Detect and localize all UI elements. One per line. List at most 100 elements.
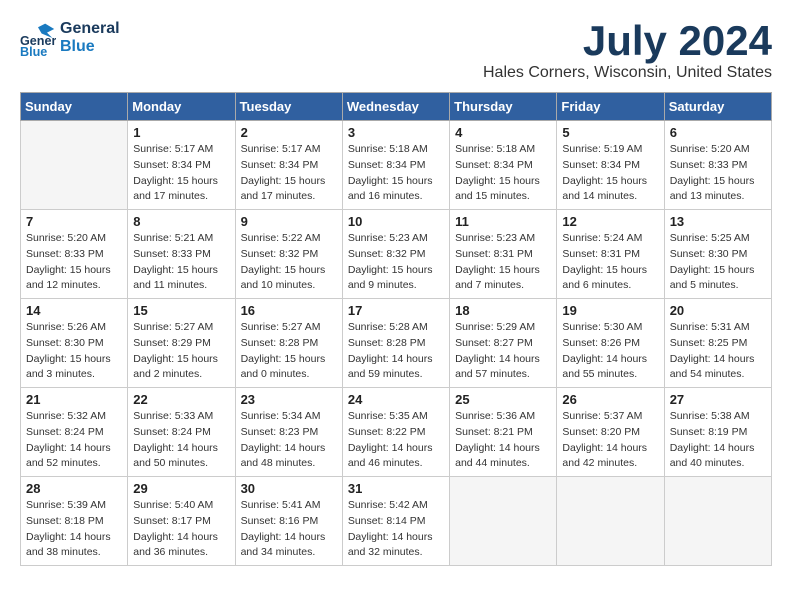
day-number: 20 — [670, 303, 766, 318]
daylight-label: Daylight: 15 hours and 17 minutes. — [241, 175, 326, 203]
sunset-label: Sunset: 8:34 PM — [348, 159, 426, 171]
calendar-cell: 17 Sunrise: 5:28 AM Sunset: 8:28 PM Dayl… — [342, 299, 449, 388]
day-number: 28 — [26, 481, 122, 496]
calendar-cell: 9 Sunrise: 5:22 AM Sunset: 8:32 PM Dayli… — [235, 210, 342, 299]
calendar-cell: 21 Sunrise: 5:32 AM Sunset: 8:24 PM Dayl… — [21, 388, 128, 477]
weekday-header-monday: Monday — [128, 93, 235, 121]
sunset-label: Sunset: 8:18 PM — [26, 515, 104, 527]
day-info: Sunrise: 5:31 AM Sunset: 8:25 PM Dayligh… — [670, 320, 766, 383]
sunrise-label: Sunrise: 5:22 AM — [241, 232, 321, 244]
sunset-label: Sunset: 8:33 PM — [133, 248, 211, 260]
day-number: 30 — [241, 481, 337, 496]
calendar-cell — [557, 477, 664, 566]
calendar-week-3: 14 Sunrise: 5:26 AM Sunset: 8:30 PM Dayl… — [21, 299, 772, 388]
sunrise-label: Sunrise: 5:34 AM — [241, 410, 321, 422]
sunset-label: Sunset: 8:34 PM — [241, 159, 319, 171]
calendar-cell: 8 Sunrise: 5:21 AM Sunset: 8:33 PM Dayli… — [128, 210, 235, 299]
day-number: 15 — [133, 303, 229, 318]
sunrise-label: Sunrise: 5:29 AM — [455, 321, 535, 333]
sunset-label: Sunset: 8:23 PM — [241, 426, 319, 438]
calendar-cell: 15 Sunrise: 5:27 AM Sunset: 8:29 PM Dayl… — [128, 299, 235, 388]
sunset-label: Sunset: 8:22 PM — [348, 426, 426, 438]
sunrise-label: Sunrise: 5:27 AM — [133, 321, 213, 333]
day-number: 16 — [241, 303, 337, 318]
sunrise-label: Sunrise: 5:24 AM — [562, 232, 642, 244]
calendar-cell: 20 Sunrise: 5:31 AM Sunset: 8:25 PM Dayl… — [664, 299, 771, 388]
day-info: Sunrise: 5:30 AM Sunset: 8:26 PM Dayligh… — [562, 320, 658, 383]
daylight-label: Daylight: 15 hours and 10 minutes. — [241, 264, 326, 292]
day-info: Sunrise: 5:24 AM Sunset: 8:31 PM Dayligh… — [562, 231, 658, 294]
daylight-label: Daylight: 14 hours and 50 minutes. — [133, 442, 218, 470]
day-number: 9 — [241, 214, 337, 229]
calendar-cell: 31 Sunrise: 5:42 AM Sunset: 8:14 PM Dayl… — [342, 477, 449, 566]
calendar-cell — [450, 477, 557, 566]
sunrise-label: Sunrise: 5:33 AM — [133, 410, 213, 422]
daylight-label: Daylight: 15 hours and 11 minutes. — [133, 264, 218, 292]
day-number: 2 — [241, 125, 337, 140]
daylight-label: Daylight: 14 hours and 44 minutes. — [455, 442, 540, 470]
day-number: 11 — [455, 214, 551, 229]
calendar-cell: 30 Sunrise: 5:41 AM Sunset: 8:16 PM Dayl… — [235, 477, 342, 566]
sunset-label: Sunset: 8:17 PM — [133, 515, 211, 527]
day-number: 7 — [26, 214, 122, 229]
calendar-cell: 22 Sunrise: 5:33 AM Sunset: 8:24 PM Dayl… — [128, 388, 235, 477]
daylight-label: Daylight: 14 hours and 55 minutes. — [562, 353, 647, 381]
sunset-label: Sunset: 8:14 PM — [348, 515, 426, 527]
calendar-cell: 12 Sunrise: 5:24 AM Sunset: 8:31 PM Dayl… — [557, 210, 664, 299]
calendar-cell: 16 Sunrise: 5:27 AM Sunset: 8:28 PM Dayl… — [235, 299, 342, 388]
sunset-label: Sunset: 8:34 PM — [562, 159, 640, 171]
calendar-week-2: 7 Sunrise: 5:20 AM Sunset: 8:33 PM Dayli… — [21, 210, 772, 299]
sunrise-label: Sunrise: 5:40 AM — [133, 499, 213, 511]
sunrise-label: Sunrise: 5:31 AM — [670, 321, 750, 333]
sunrise-label: Sunrise: 5:26 AM — [26, 321, 106, 333]
sunset-label: Sunset: 8:32 PM — [348, 248, 426, 260]
sunrise-label: Sunrise: 5:32 AM — [26, 410, 106, 422]
daylight-label: Daylight: 15 hours and 2 minutes. — [133, 353, 218, 381]
day-number: 31 — [348, 481, 444, 496]
weekday-header-saturday: Saturday — [664, 93, 771, 121]
sunrise-label: Sunrise: 5:23 AM — [455, 232, 535, 244]
sunset-label: Sunset: 8:31 PM — [562, 248, 640, 260]
calendar-cell: 2 Sunrise: 5:17 AM Sunset: 8:34 PM Dayli… — [235, 121, 342, 210]
calendar-cell: 18 Sunrise: 5:29 AM Sunset: 8:27 PM Dayl… — [450, 299, 557, 388]
day-number: 27 — [670, 392, 766, 407]
sunrise-label: Sunrise: 5:20 AM — [670, 143, 750, 155]
day-number: 12 — [562, 214, 658, 229]
day-number: 4 — [455, 125, 551, 140]
calendar-cell: 5 Sunrise: 5:19 AM Sunset: 8:34 PM Dayli… — [557, 121, 664, 210]
sunrise-label: Sunrise: 5:30 AM — [562, 321, 642, 333]
daylight-label: Daylight: 14 hours and 54 minutes. — [670, 353, 755, 381]
sunset-label: Sunset: 8:26 PM — [562, 337, 640, 349]
weekday-header-sunday: Sunday — [21, 93, 128, 121]
day-info: Sunrise: 5:27 AM Sunset: 8:28 PM Dayligh… — [241, 320, 337, 383]
title-block: July 2024 Hales Corners, Wisconsin, Unit… — [483, 20, 772, 82]
calendar-cell: 23 Sunrise: 5:34 AM Sunset: 8:23 PM Dayl… — [235, 388, 342, 477]
day-info: Sunrise: 5:19 AM Sunset: 8:34 PM Dayligh… — [562, 142, 658, 205]
calendar-cell: 1 Sunrise: 5:17 AM Sunset: 8:34 PM Dayli… — [128, 121, 235, 210]
day-info: Sunrise: 5:29 AM Sunset: 8:27 PM Dayligh… — [455, 320, 551, 383]
day-number: 14 — [26, 303, 122, 318]
sunset-label: Sunset: 8:24 PM — [133, 426, 211, 438]
day-info: Sunrise: 5:21 AM Sunset: 8:33 PM Dayligh… — [133, 231, 229, 294]
logo: General Blue General Blue — [20, 20, 120, 56]
calendar-cell: 11 Sunrise: 5:23 AM Sunset: 8:31 PM Dayl… — [450, 210, 557, 299]
sunset-label: Sunset: 8:31 PM — [455, 248, 533, 260]
sunrise-label: Sunrise: 5:19 AM — [562, 143, 642, 155]
day-number: 22 — [133, 392, 229, 407]
day-number: 21 — [26, 392, 122, 407]
day-info: Sunrise: 5:41 AM Sunset: 8:16 PM Dayligh… — [241, 498, 337, 561]
day-info: Sunrise: 5:28 AM Sunset: 8:28 PM Dayligh… — [348, 320, 444, 383]
day-info: Sunrise: 5:38 AM Sunset: 8:19 PM Dayligh… — [670, 409, 766, 472]
weekday-header-row: SundayMondayTuesdayWednesdayThursdayFrid… — [21, 93, 772, 121]
daylight-label: Daylight: 15 hours and 12 minutes. — [26, 264, 111, 292]
sunset-label: Sunset: 8:33 PM — [670, 159, 748, 171]
day-info: Sunrise: 5:23 AM Sunset: 8:31 PM Dayligh… — [455, 231, 551, 294]
sunset-label: Sunset: 8:27 PM — [455, 337, 533, 349]
day-number: 5 — [562, 125, 658, 140]
month-title: July 2024 — [483, 20, 772, 62]
sunrise-label: Sunrise: 5:39 AM — [26, 499, 106, 511]
calendar-week-1: 1 Sunrise: 5:17 AM Sunset: 8:34 PM Dayli… — [21, 121, 772, 210]
sunset-label: Sunset: 8:20 PM — [562, 426, 640, 438]
day-info: Sunrise: 5:37 AM Sunset: 8:20 PM Dayligh… — [562, 409, 658, 472]
daylight-label: Daylight: 14 hours and 40 minutes. — [670, 442, 755, 470]
